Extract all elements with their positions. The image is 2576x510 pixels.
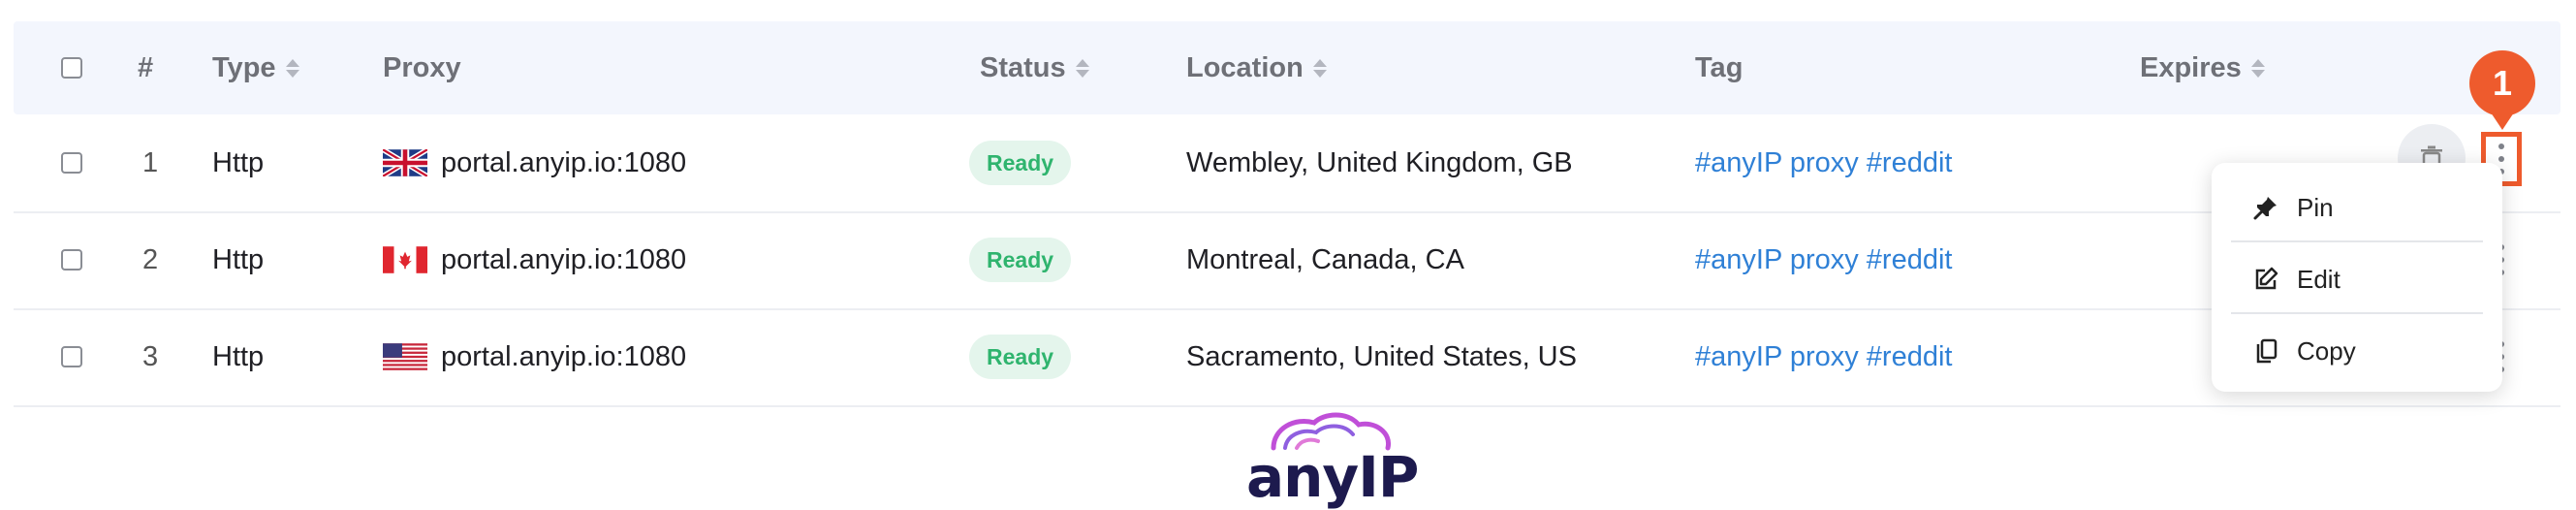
status-badge: Ready xyxy=(969,335,1072,379)
step-marker: 1 xyxy=(2469,50,2535,130)
column-header-type-label: Type xyxy=(212,51,276,83)
select-all-checkbox[interactable] xyxy=(61,57,82,79)
column-header-proxy: Proxy xyxy=(383,51,461,83)
row-proxy[interactable]: portal.anyip.io:1080 xyxy=(383,114,686,211)
row-tag[interactable]: #anyIP proxy #reddit xyxy=(1695,211,1952,308)
menu-item-pin[interactable]: Pin xyxy=(2231,173,2483,242)
row-location: Sacramento, United States, US xyxy=(1186,340,1577,372)
row-number: 1 xyxy=(142,146,159,178)
table-row: 2 Http portal.anyip.io:1080 Ready Montre… xyxy=(14,211,2560,310)
context-menu: Pin Edit Copy xyxy=(2212,163,2502,392)
proxy-address: portal.anyip.io:1080 xyxy=(441,146,687,178)
proxy-address: portal.anyip.io:1080 xyxy=(441,243,687,275)
row-type: Http xyxy=(212,340,265,372)
column-header-status-label: Status xyxy=(980,51,1066,83)
column-header-expires[interactable]: Expires xyxy=(2140,21,2265,114)
row-location: Wembley, United Kingdom, GB xyxy=(1186,146,1573,178)
row-checkbox[interactable] xyxy=(61,249,82,271)
menu-item-copy[interactable]: Copy xyxy=(2231,316,2483,386)
edit-icon xyxy=(2252,266,2279,293)
table-row: 3 Http portal.anyip.io:1080 Ready Sacram… xyxy=(14,308,2560,407)
sort-icon[interactable] xyxy=(285,58,299,78)
row-type: Http xyxy=(212,243,265,275)
row-type: Http xyxy=(212,146,265,178)
sort-icon[interactable] xyxy=(2250,58,2265,78)
logo-text: anyIP xyxy=(1246,444,1419,510)
menu-item-label: Pin xyxy=(2297,192,2334,222)
table-row: 1 Http portal.anyip.io:1080 Ready Wemble… xyxy=(14,114,2560,213)
row-tag[interactable]: #anyIP proxy #reddit xyxy=(1695,114,1952,211)
column-header-type[interactable]: Type xyxy=(212,21,299,114)
column-header-status[interactable]: Status xyxy=(980,21,1089,114)
sort-icon[interactable] xyxy=(1075,58,1089,78)
status-badge: Ready xyxy=(969,141,1072,185)
pin-icon xyxy=(2252,194,2279,221)
proxy-address: portal.anyip.io:1080 xyxy=(441,340,687,372)
gb-flag-icon xyxy=(383,149,427,176)
ca-flag-icon xyxy=(383,246,427,273)
row-checkbox[interactable] xyxy=(61,152,82,174)
column-header-number: # xyxy=(138,51,154,83)
column-header-tag: Tag xyxy=(1695,51,1744,83)
menu-item-label: Edit xyxy=(2297,264,2340,294)
row-checkbox[interactable] xyxy=(61,346,82,367)
row-tag[interactable]: #anyIP proxy #reddit xyxy=(1695,308,1952,405)
column-header-location[interactable]: Location xyxy=(1186,21,1327,114)
menu-divider xyxy=(2231,240,2483,242)
anyip-logo: anyIP xyxy=(1246,412,1419,510)
menu-divider xyxy=(2231,312,2483,314)
column-header-expires-label: Expires xyxy=(2140,51,2242,83)
row-location: Montreal, Canada, CA xyxy=(1186,243,1464,275)
row-proxy[interactable]: portal.anyip.io:1080 xyxy=(383,211,686,308)
row-number: 3 xyxy=(142,340,159,372)
table-header: # Type Proxy Status Location Tag Expires xyxy=(14,21,2560,114)
us-flag-icon xyxy=(383,343,427,370)
menu-item-edit[interactable]: Edit xyxy=(2231,244,2483,314)
copy-icon xyxy=(2252,337,2279,365)
status-badge: Ready xyxy=(969,238,1072,282)
menu-item-label: Copy xyxy=(2297,335,2356,366)
column-header-location-label: Location xyxy=(1186,51,1304,83)
row-number: 2 xyxy=(142,243,159,275)
row-proxy[interactable]: portal.anyip.io:1080 xyxy=(383,308,686,405)
sort-icon[interactable] xyxy=(1312,58,1327,78)
